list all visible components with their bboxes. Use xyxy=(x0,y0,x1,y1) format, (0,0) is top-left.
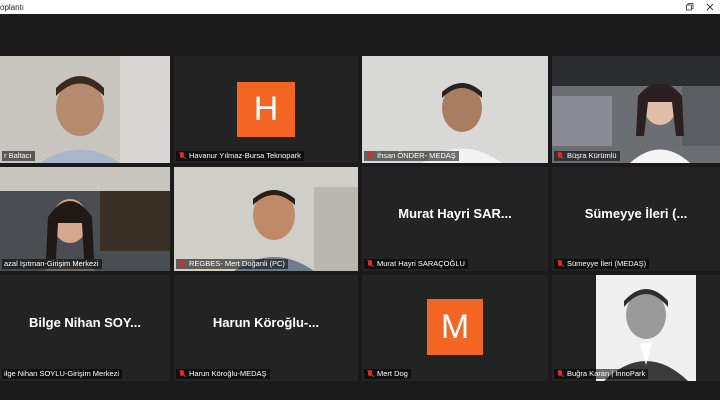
muted-mic-icon xyxy=(556,370,565,378)
participant-video xyxy=(0,56,170,163)
participant-tile-4[interactable]: azal Işıtman-Girişim Merkezi xyxy=(0,167,170,271)
participant-tile-9[interactable]: Harun Köroğlu-... Harun Köroğlu-MEDAŞ xyxy=(174,275,358,381)
window-controls xyxy=(680,0,720,14)
gallery-view: r Baltacı H Havanur Yılmaz-Bursa Teknopa… xyxy=(0,56,720,400)
participant-video xyxy=(174,167,358,271)
avatar-initial: H xyxy=(253,90,279,128)
window-titlebar: oplantı xyxy=(0,0,720,14)
participant-tile-1[interactable]: H Havanur Yılmaz-Bursa Teknopark xyxy=(174,56,358,163)
participant-tile-5[interactable]: REGBES- Mert Doğanli (PC) xyxy=(174,167,358,271)
participant-name: Büşra Kürümlü xyxy=(567,151,617,160)
close-icon[interactable] xyxy=(700,0,720,14)
participant-tile-6[interactable]: Murat Hayri SAR... Murat Hayri SARAÇOĞLU xyxy=(362,167,548,271)
muted-mic-icon xyxy=(178,260,187,268)
participant-video xyxy=(362,56,548,163)
participant-name-label: Mert Dog xyxy=(364,369,411,379)
participant-name-label: İhsan ÖNDER- MEDAŞ xyxy=(364,151,459,161)
participant-name-card: Bilge Nihan SOY... xyxy=(29,314,141,330)
participant-name: r Baltacı xyxy=(4,151,32,160)
muted-mic-icon xyxy=(366,370,375,378)
participant-name-label: ilge Nihan SOYLU-Girişim Merkezi xyxy=(2,369,123,379)
participant-name: ilge Nihan SOYLU-Girişim Merkezi xyxy=(4,369,120,378)
participant-name-label: REGBES- Mert Doğanli (PC) xyxy=(176,259,288,269)
participant-name: azal Işıtman-Girişim Merkezi xyxy=(4,259,99,268)
participant-name-label: Buğra Karan | InnoPark xyxy=(554,369,649,379)
restore-icon[interactable] xyxy=(680,0,700,14)
participant-name-label: Sümeyye İleri (MEDAŞ) xyxy=(554,259,650,269)
participant-name-label: Büşra Kürümlü xyxy=(554,151,620,161)
participant-name: Havanur Yılmaz-Bursa Teknopark xyxy=(189,151,301,160)
muted-mic-icon xyxy=(366,152,375,160)
participant-name: Harun Köroğlu-MEDAŞ xyxy=(189,369,267,378)
participant-tile-3[interactable]: Büşra Kürümlü xyxy=(552,56,720,163)
muted-mic-icon xyxy=(556,152,565,160)
participant-name-card: Harun Köroğlu-... xyxy=(212,314,320,330)
participant-tile-7[interactable]: Sümeyye İleri (... Sümeyye İleri (MEDAŞ) xyxy=(552,167,720,271)
participant-name-card: Murat Hayri SAR... xyxy=(398,205,512,221)
participant-name-card: Sümeyye İleri (... xyxy=(584,205,688,221)
participant-profile-photo xyxy=(552,275,720,381)
meeting-top-area xyxy=(0,14,720,56)
participant-name: İhsan ÖNDER- MEDAŞ xyxy=(377,151,456,160)
participant-name: Sümeyye İleri (MEDAŞ) xyxy=(567,259,647,268)
participant-name: Mert Dog xyxy=(377,369,408,378)
participant-video xyxy=(0,167,170,271)
participant-tile-0[interactable]: r Baltacı xyxy=(0,56,170,163)
window-title: oplantı xyxy=(0,2,25,12)
muted-mic-icon xyxy=(556,260,565,268)
participant-name-label: Havanur Yılmaz-Bursa Teknopark xyxy=(176,151,304,161)
participant-name: Buğra Karan | InnoPark xyxy=(567,369,646,378)
participant-name: REGBES- Mert Doğanli (PC) xyxy=(189,259,285,268)
avatar: H xyxy=(237,82,295,137)
participant-tile-10[interactable]: M Mert Dog xyxy=(362,275,548,381)
participant-name-label: azal Işıtman-Girişim Merkezi xyxy=(2,259,102,269)
participant-name: Murat Hayri SARAÇOĞLU xyxy=(377,259,465,268)
avatar-initial: M xyxy=(440,307,470,346)
participant-tile-2[interactable]: İhsan ÖNDER- MEDAŞ xyxy=(362,56,548,163)
muted-mic-icon xyxy=(366,260,375,268)
participant-name-label: Murat Hayri SARAÇOĞLU xyxy=(364,259,468,269)
muted-mic-icon xyxy=(178,370,187,378)
participant-name-label: r Baltacı xyxy=(2,151,35,161)
participant-video xyxy=(552,56,720,163)
participant-tile-8[interactable]: Bilge Nihan SOY... ilge Nihan SOYLU-Giri… xyxy=(0,275,170,381)
avatar: M xyxy=(427,299,483,355)
participant-name-label: Harun Köroğlu-MEDAŞ xyxy=(176,369,270,379)
muted-mic-icon xyxy=(178,152,187,160)
participant-tile-11[interactable]: Buğra Karan | InnoPark xyxy=(552,275,720,381)
